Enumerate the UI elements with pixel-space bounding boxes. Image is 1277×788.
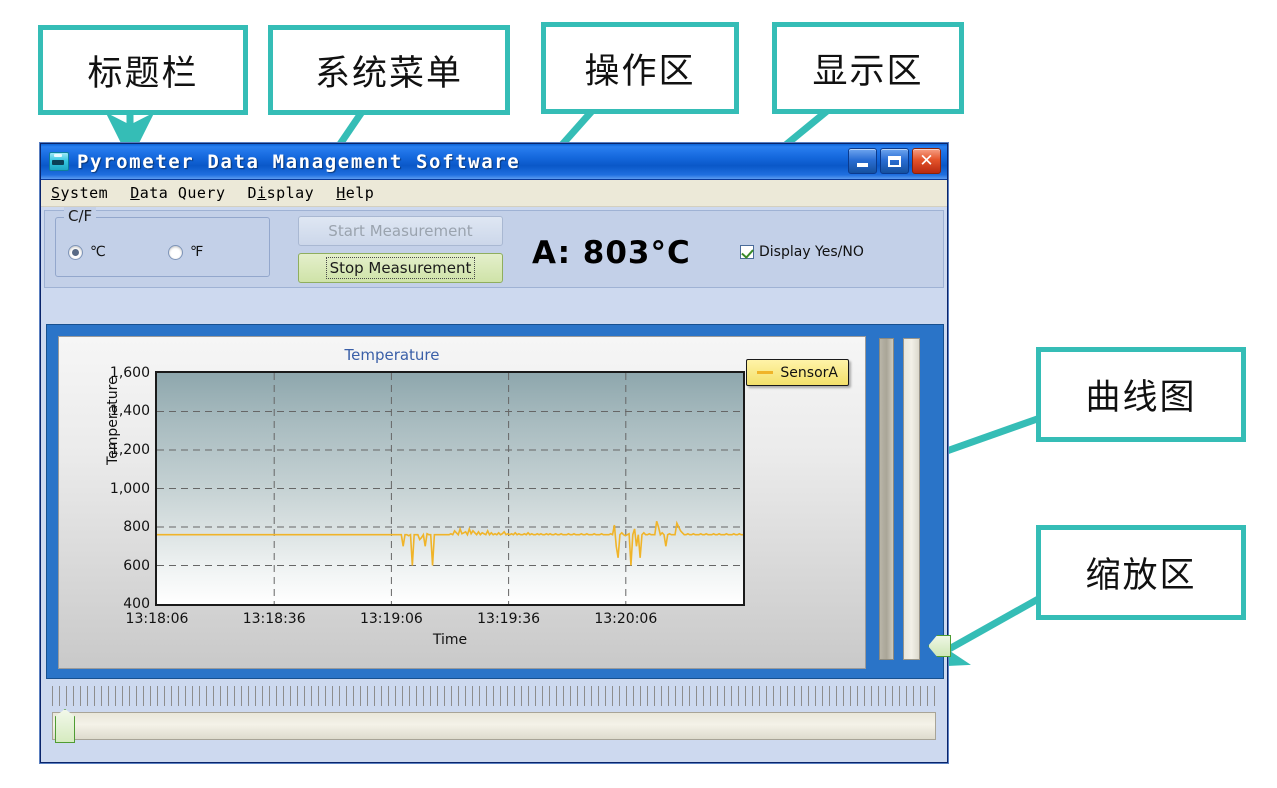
chart-panel: Temperature SensorA Temperature 1,600 1,4… bbox=[46, 324, 951, 679]
display-toggle-checkbox[interactable]: Display Yes/NO bbox=[740, 244, 864, 260]
maximize-button[interactable] bbox=[880, 148, 909, 174]
operation-toolbar: C/F ℃ ℉ Start Measurement Stop Measureme… bbox=[44, 207, 944, 288]
annotation-display-area-label: 显示区 bbox=[812, 51, 924, 92]
menu-item-display-label: splay bbox=[266, 184, 315, 202]
window-controls: ✕ bbox=[848, 148, 941, 174]
x-axis-label: Time bbox=[432, 632, 468, 648]
annotation-curve-chart: 曲线图 bbox=[1036, 347, 1246, 442]
chart-canvas: Temperature SensorA Temperature 1,600 1,4… bbox=[58, 336, 866, 669]
annotation-curve-chart-label: 曲线图 bbox=[1085, 378, 1197, 418]
menu-item-display[interactable]: Display bbox=[248, 184, 315, 202]
legend-color-swatch bbox=[757, 371, 774, 374]
y-tick-label: 800 bbox=[123, 518, 150, 535]
stop-measurement-label: Stop Measurement bbox=[325, 257, 476, 279]
close-button[interactable]: ✕ bbox=[912, 148, 941, 174]
start-measurement-button[interactable]: Start Measurement bbox=[298, 216, 503, 246]
cf-group-label: C/F bbox=[64, 207, 97, 225]
maximize-icon bbox=[888, 155, 901, 167]
vertical-zoom-range-bar[interactable] bbox=[879, 338, 894, 660]
annotation-zoom-area: 缩放区 bbox=[1036, 525, 1246, 620]
annotation-title-bar-label: 标题栏 bbox=[87, 53, 199, 94]
vertical-zoom-slider[interactable] bbox=[877, 336, 951, 669]
window-title: Pyrometer Data Management Software bbox=[77, 150, 521, 173]
x-tick-label: 13:19:36 bbox=[477, 611, 541, 627]
y-tick-label: 600 bbox=[123, 557, 150, 574]
app-icon bbox=[49, 152, 69, 171]
menu-item-data-query-label: ata Query bbox=[139, 184, 226, 202]
x-tick-label: 13:19:06 bbox=[359, 611, 423, 627]
menu-bar: System Data Query Display Help bbox=[41, 180, 947, 207]
y-tick-label: 1,200 bbox=[109, 441, 150, 458]
time-ruler bbox=[52, 686, 936, 706]
stop-measurement-button[interactable]: Stop Measurement bbox=[298, 253, 503, 283]
radio-celsius-label: ℃ bbox=[90, 244, 106, 260]
menu-item-help[interactable]: Help bbox=[336, 184, 374, 202]
menu-item-data-query[interactable]: Data Query bbox=[130, 184, 225, 202]
vertical-zoom-track[interactable] bbox=[903, 338, 951, 660]
x-tick-label: 13:18:06 bbox=[125, 611, 189, 627]
chart-legend[interactable]: SensorA bbox=[746, 359, 849, 386]
annotation-display-area: 显示区 bbox=[772, 22, 964, 114]
y-tick-label: 1,600 bbox=[109, 365, 150, 381]
radio-fahrenheit[interactable]: ℉ bbox=[168, 244, 203, 260]
horizontal-zoom-area bbox=[46, 684, 944, 752]
annotation-operation-area-label: 操作区 bbox=[584, 51, 696, 92]
display-checkbox-indicator bbox=[740, 245, 754, 259]
horizontal-scroll-track[interactable] bbox=[52, 709, 936, 743]
celsius-fahrenheit-group: C/F ℃ ℉ bbox=[55, 207, 270, 277]
display-checkbox-label: Display Yes/NO bbox=[759, 244, 864, 260]
minimize-icon bbox=[857, 163, 868, 167]
radio-fahrenheit-indicator bbox=[168, 244, 183, 260]
radio-celsius[interactable]: ℃ bbox=[68, 244, 106, 260]
annotation-system-menu: 系统菜单 bbox=[268, 25, 510, 115]
annotation-zoom-area-label: 缩放区 bbox=[1085, 556, 1197, 596]
menu-item-system[interactable]: System bbox=[51, 184, 108, 202]
annotation-system-menu-label: 系统菜单 bbox=[314, 53, 463, 94]
horizontal-scroll-thumb[interactable] bbox=[55, 709, 75, 743]
application-window: Pyrometer Data Management Software ✕ Sys… bbox=[40, 143, 951, 763]
start-measurement-label: Start Measurement bbox=[328, 222, 473, 240]
menu-item-help-label: elp bbox=[345, 184, 375, 202]
radio-celsius-indicator bbox=[68, 244, 83, 260]
radio-fahrenheit-label: ℉ bbox=[190, 244, 204, 260]
x-tick-label: 13:20:06 bbox=[594, 611, 658, 627]
menu-item-system-label: ystem bbox=[60, 184, 109, 202]
x-tick-label: 13:18:36 bbox=[242, 611, 306, 627]
y-tick-label: 400 bbox=[123, 596, 150, 612]
y-tick-label: 1,000 bbox=[109, 480, 150, 497]
legend-label: SensorA bbox=[780, 364, 838, 381]
plot-svg bbox=[157, 373, 743, 604]
minimize-button[interactable] bbox=[848, 148, 877, 174]
chart-title: Temperature bbox=[344, 346, 440, 364]
vertical-zoom-thumb[interactable] bbox=[928, 635, 951, 657]
y-tick-label: 1,400 bbox=[109, 403, 150, 420]
plot-area: Temperature 1,600 1,400 1,200 1,000 800 600 40… bbox=[105, 365, 745, 648]
title-bar[interactable]: Pyrometer Data Management Software ✕ bbox=[41, 144, 947, 180]
annotation-operation-area: 操作区 bbox=[541, 22, 739, 114]
close-icon: ✕ bbox=[919, 150, 934, 171]
temperature-readout: A: 803°C bbox=[532, 235, 691, 271]
annotation-title-bar: 标题栏 bbox=[38, 25, 248, 115]
